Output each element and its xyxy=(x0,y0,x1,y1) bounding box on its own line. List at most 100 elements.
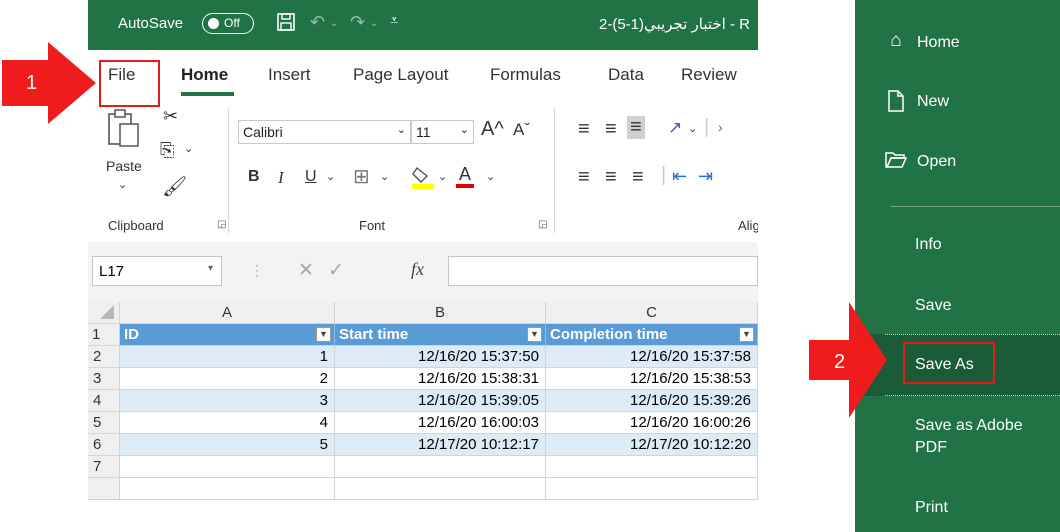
start-time-cell[interactable]: 12/16/20 15:38:31 xyxy=(335,368,546,390)
filter-dropdown-icon[interactable]: ▼ xyxy=(316,327,331,342)
table-header-cell[interactable]: Completion time ▼ xyxy=(546,324,758,346)
increase-indent-icon[interactable]: ⇥ xyxy=(698,166,713,187)
id-cell[interactable]: 3 xyxy=(120,390,335,412)
start-time-cell[interactable]: 12/16/20 15:37:50 xyxy=(335,346,546,368)
paste-label[interactable]: Paste xyxy=(106,158,142,174)
id-cell[interactable]: 1 xyxy=(120,346,335,368)
row-number[interactable]: 6 xyxy=(88,434,120,456)
backstage-save-as-pdf-line1[interactable]: Save as Adobe xyxy=(915,417,1023,435)
grow-font-icon[interactable]: A^ xyxy=(481,118,504,141)
orientation-dropdown-icon[interactable]: ⌄ xyxy=(688,122,697,135)
bold-button[interactable]: B xyxy=(248,168,260,186)
borders-icon[interactable]: ⊞ xyxy=(353,164,370,189)
filter-dropdown-icon[interactable]: ▼ xyxy=(527,327,542,342)
name-box[interactable]: L17 ▾ xyxy=(92,256,222,286)
customize-qat-icon[interactable]: ⩡ xyxy=(390,12,398,29)
empty-cell[interactable] xyxy=(546,456,758,478)
align-right-icon[interactable]: ≡ xyxy=(632,166,644,189)
filter-dropdown-icon[interactable]: ▼ xyxy=(739,327,754,342)
font-color-button[interactable]: A xyxy=(456,164,475,188)
id-cell[interactable]: 4 xyxy=(120,412,335,434)
row-number[interactable] xyxy=(88,478,120,500)
start-time-cell[interactable]: 12/17/20 10:12:17 xyxy=(335,434,546,456)
start-time-cell[interactable]: 12/16/20 16:00:03 xyxy=(335,412,546,434)
underline-dropdown-icon[interactable]: ⌄ xyxy=(326,170,335,183)
redo-icon[interactable]: ↷ xyxy=(350,12,365,33)
empty-cell[interactable] xyxy=(335,478,546,500)
clipboard-launcher-icon[interactable]: ◲ xyxy=(217,219,226,230)
italic-button[interactable]: I xyxy=(278,168,284,188)
tab-review[interactable]: Review xyxy=(681,65,737,85)
shrink-font-icon[interactable]: Aˇ xyxy=(513,120,530,140)
empty-cell[interactable] xyxy=(335,456,546,478)
redo-dropdown-icon[interactable]: ⌄ xyxy=(370,18,378,29)
id-cell[interactable]: 5 xyxy=(120,434,335,456)
align-middle-icon[interactable]: ≡ xyxy=(605,118,617,141)
backstage-new[interactable]: New xyxy=(917,93,949,111)
column-header-a[interactable]: A xyxy=(120,302,335,324)
dropdown-arrow-icon[interactable]: ▾ xyxy=(208,263,213,274)
row-number[interactable]: 4 xyxy=(88,390,120,412)
align-left-icon[interactable]: ≡ xyxy=(578,166,590,189)
tab-home[interactable]: Home xyxy=(181,65,228,85)
backstage-info[interactable]: Info xyxy=(915,236,942,254)
row-number[interactable]: 3 xyxy=(88,368,120,390)
tab-data[interactable]: Data xyxy=(608,65,644,85)
completion-time-cell[interactable]: 12/16/20 15:37:58 xyxy=(546,346,758,368)
start-time-cell[interactable]: 12/16/20 15:39:05 xyxy=(335,390,546,412)
tab-page-layout[interactable]: Page Layout xyxy=(353,65,448,85)
undo-dropdown-icon[interactable]: ⌄ xyxy=(330,18,338,29)
backstage-open[interactable]: Open xyxy=(917,153,956,171)
column-header-c[interactable]: C xyxy=(546,302,758,324)
fill-color-dropdown-icon[interactable]: ⌄ xyxy=(438,170,447,183)
empty-cell[interactable] xyxy=(120,478,335,500)
backstage-save[interactable]: Save xyxy=(915,297,951,315)
row-number[interactable]: 5 xyxy=(88,412,120,434)
select-all-corner[interactable] xyxy=(88,302,120,324)
row-number[interactable]: 1 xyxy=(88,324,120,346)
row-number[interactable]: 7 xyxy=(88,456,120,478)
insert-function-button[interactable]: fx xyxy=(411,259,424,280)
empty-cell[interactable] xyxy=(546,478,758,500)
completion-time-cell[interactable]: 12/16/20 16:00:26 xyxy=(546,412,758,434)
backstage-print[interactable]: Print xyxy=(915,499,948,517)
font-color-dropdown-icon[interactable]: ⌄ xyxy=(486,170,495,183)
align-top-icon[interactable]: ≡ xyxy=(578,118,590,141)
backstage-home[interactable]: Home xyxy=(917,34,960,52)
table-header-cell[interactable]: ID ▼ xyxy=(120,324,335,346)
align-bottom-icon[interactable]: ≡ xyxy=(627,116,645,139)
completion-time-cell[interactable]: 12/16/20 15:38:53 xyxy=(546,368,758,390)
font-launcher-icon[interactable]: ◲ xyxy=(538,219,547,230)
copy-icon[interactable]: ⎘ xyxy=(160,140,174,161)
paste-icon[interactable] xyxy=(106,108,142,153)
fill-color-icon[interactable] xyxy=(411,164,435,193)
tab-formulas[interactable]: Formulas xyxy=(490,65,561,85)
cut-icon[interactable]: ✂ xyxy=(163,106,178,127)
completion-time-cell[interactable]: 12/17/20 10:12:20 xyxy=(546,434,758,456)
row-number[interactable]: 2 xyxy=(88,346,120,368)
completion-time-cell[interactable]: 12/16/20 15:39:26 xyxy=(546,390,758,412)
format-painter-icon[interactable]: 🖌 xyxy=(162,174,187,199)
copy-dropdown-icon[interactable]: ⌄ xyxy=(184,142,193,155)
decrease-indent-icon[interactable]: ⇤ xyxy=(672,166,687,187)
tab-insert[interactable]: Insert xyxy=(268,65,311,85)
autosave-toggle[interactable]: Off xyxy=(202,13,254,34)
align-center-icon[interactable]: ≡ xyxy=(605,166,617,189)
font-name-dropdown[interactable]: Calibri ⌄ xyxy=(238,120,411,144)
font-size-dropdown[interactable]: 11 ⌄ xyxy=(411,120,474,144)
formula-input[interactable] xyxy=(448,256,758,286)
empty-cell[interactable] xyxy=(120,456,335,478)
orientation-icon[interactable]: ↗ xyxy=(668,118,682,138)
enter-icon[interactable]: ✓ xyxy=(328,259,344,282)
cancel-icon[interactable]: ✕ xyxy=(298,259,314,282)
save-icon[interactable] xyxy=(276,12,296,37)
wrap-text-icon[interactable]: › xyxy=(718,119,723,135)
paste-dropdown-icon[interactable]: ⌄ xyxy=(118,178,127,191)
id-cell[interactable]: 2 xyxy=(120,368,335,390)
column-header-b[interactable]: B xyxy=(335,302,546,324)
undo-icon[interactable]: ↶ xyxy=(310,12,325,33)
borders-dropdown-icon[interactable]: ⌄ xyxy=(380,170,389,183)
table-header-cell[interactable]: Start time ▼ xyxy=(335,324,546,346)
underline-button[interactable]: U xyxy=(305,168,317,186)
backstage-save-as-pdf-line2[interactable]: PDF xyxy=(915,439,947,457)
